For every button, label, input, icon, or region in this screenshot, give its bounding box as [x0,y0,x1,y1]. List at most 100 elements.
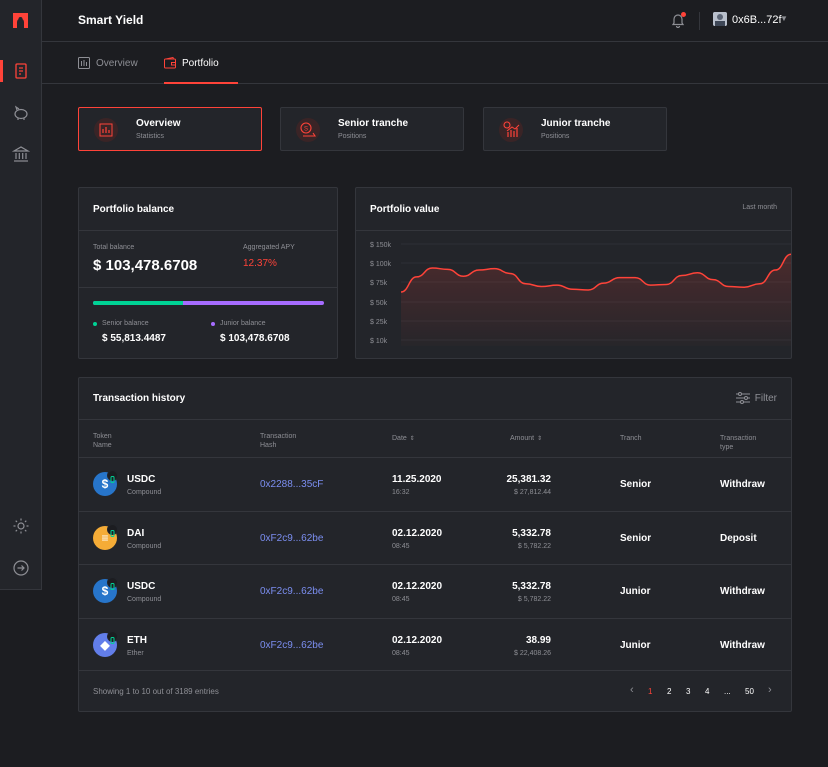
balance-split-bar [93,301,324,305]
transaction-history-panel: Transaction history Filter Token Name Tr… [78,377,792,712]
table-row[interactable]: $ USDC Compound 0x2288...35cF 11.25.2020 16:3… [79,457,792,510]
transaction-hash-link[interactable]: 0xF2c9...62be [260,586,323,597]
y-tick-label: $ 10k [370,338,388,345]
card-overview-statistics[interactable]: Overview Statistics [78,107,262,151]
apy-value: 12.37% [243,258,277,269]
chart-area-fill [401,254,791,346]
page-button[interactable]: 3 [686,687,690,696]
chevron-right-icon[interactable]: › [768,684,772,696]
tranche-value: Junior [620,639,651,651]
y-tick-label: $ 50k [370,300,388,307]
usd-amount: $ 22,408.26 [514,649,551,657]
statistics-icon [94,118,118,142]
column-header-tranche: Tranch [620,434,642,443]
theme-toggle-icon[interactable] [12,517,30,535]
token-symbol: USDC [127,581,156,592]
transaction-date: 02.12.2020 [392,634,443,646]
transaction-hash-link[interactable]: 0x2288...35cF [260,479,323,490]
portfolio-value-chart: $ 150k $ 100k $ 75k $ 50k $ 25k $ 10k [370,242,791,346]
token-symbol: ETH [127,634,147,646]
token-symbol: USDC [127,474,156,485]
column-header-line: Token [93,433,112,440]
sidebar-active-indicator [0,60,3,82]
column-header-date[interactable]: Date ⇕ [392,434,415,444]
usd-amount: $ 5,782.22 [517,596,551,603]
tab-portfolio[interactable]: Portfolio [164,42,219,84]
column-header-line: Name [93,442,112,449]
logo-icon[interactable] [13,13,28,28]
sort-icon[interactable]: ⇕ [537,436,542,442]
portfolio-nav-icon[interactable] [12,62,30,80]
filter-label: Filter [754,392,777,404]
column-header-line: Hash [260,442,277,449]
top-header: Smart Yield 0x6B...72f ▼ [42,0,828,42]
page-button[interactable]: 4 [705,687,709,696]
chevron-down-icon[interactable]: ▼ [780,14,788,23]
notification-dot [681,12,686,17]
table-row[interactable]: ≡ DAI Compound 0xF2c9...62be 02.12.2020 08:45… [79,510,792,564]
sub-navigation: Overview Portfolio [42,42,828,84]
column-header-hash: Transaction Hash [260,432,296,450]
token-amount: 5,332.78 [512,581,551,592]
logout-icon[interactable] [12,559,30,577]
column-header-line: Transaction [260,433,297,440]
transaction-type: Withdraw [720,586,765,597]
card-subtitle: Statistics [136,133,165,140]
total-balance-label: Total balance [93,244,135,251]
token-protocol: Compound [127,489,162,496]
transaction-date: 02.12.2020 [392,581,443,592]
filter-button[interactable]: Filter [735,392,777,404]
page-button[interactable]: 50 [745,687,754,696]
sort-icon[interactable]: ⇕ [410,436,415,442]
junior-balance-label: Junior balance [220,320,266,327]
table-row[interactable]: ◆ ETH Ether 0xF2c9...62be 02.12.2020 08:45 38.… [79,617,792,671]
compound-badge-icon [107,577,118,590]
y-tick-label: $ 25k [370,319,388,326]
transaction-type: Withdraw [720,479,765,490]
transaction-hash-link[interactable]: 0xF2c9...62be [260,533,323,544]
transaction-date: 11.25.2020 [392,474,442,485]
column-header-amount[interactable]: Amount ⇕ [510,434,542,444]
usd-amount: $ 5,782.22 [517,542,551,550]
column-header-line: type [720,444,734,451]
card-subtitle: Positions [541,133,570,140]
tab-overview[interactable]: Overview [78,42,138,84]
panel-divider [79,230,337,231]
card-junior-tranche[interactable]: Junior tranche Positions [483,107,667,151]
sidebar [0,0,42,590]
card-senior-tranche[interactable]: S Senior tranche Positions [280,107,464,151]
range-selector[interactable]: Last month [742,204,777,211]
panel-divider [79,670,791,671]
transaction-type: Deposit [720,532,757,544]
portfolio-value-panel: Portfolio value Last month $ 150k $ 100k $… [355,187,792,359]
transaction-time: 08:45 [392,542,410,550]
transaction-time: 08:45 [392,596,410,603]
column-header-line: Date [392,435,407,442]
transaction-date: 02.12.2020 [392,527,443,539]
wallet-address[interactable]: 0x6B...72f [732,14,782,26]
compound-badge-icon [107,470,118,483]
token-protocol: Compound [127,542,162,550]
piggy-bank-icon[interactable] [12,104,30,122]
senior-balance-value: $ 55,813.4487 [102,333,166,344]
chart-bars-icon [78,57,90,69]
y-tick-label: $ 75k [370,280,388,287]
entries-summary: Showing 1 to 10 out of 3189 entries [93,687,219,696]
card-title: Junior tranche [541,118,611,129]
page-button[interactable]: 1 [648,687,652,696]
tranche-value: Senior [620,479,652,490]
column-header-token: Token Name [93,432,112,450]
transaction-hash-link[interactable]: 0xF2c9...62be [260,640,323,651]
compound-badge-icon [107,523,118,537]
table-row[interactable]: $ USDC Compound 0xF2c9...62be 02.12.2020 08:4… [79,564,792,617]
page-button[interactable]: 2 [667,687,671,696]
tranche-value: Senior [620,532,652,544]
avatar[interactable] [713,12,727,26]
usd-amount: $ 27,812.44 [514,489,551,496]
total-balance-value: $ 103,478.6708 [93,257,198,274]
chevron-left-icon[interactable]: ‹ [630,684,634,696]
bank-icon[interactable] [12,145,30,163]
card-title: Overview [136,118,181,129]
panel-title: Portfolio balance [93,204,175,215]
column-header-line: Transaction [720,435,757,442]
